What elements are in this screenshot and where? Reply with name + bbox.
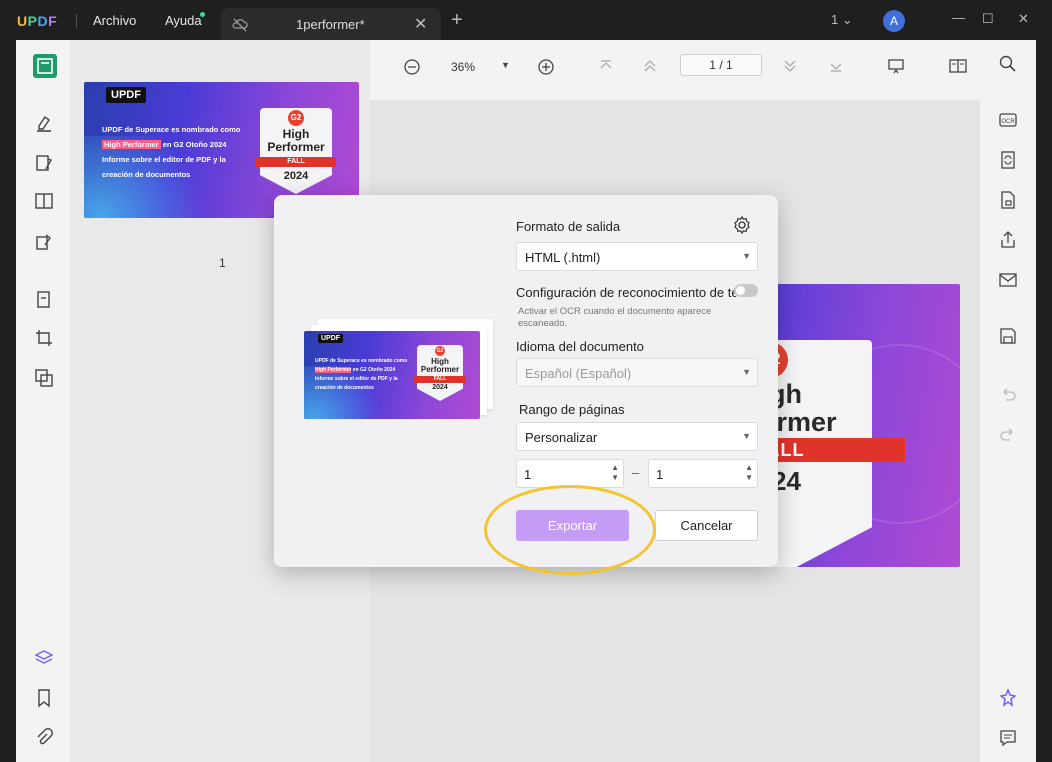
bookmark-icon[interactable] <box>34 688 54 708</box>
zoom-dropdown-icon[interactable]: ▼ <box>501 60 510 70</box>
preview-badge-year: 2024 <box>432 384 448 391</box>
stepper-arrows-icon[interactable]: ▲ ▼ <box>745 463 753 483</box>
preview-badge-season: FALL <box>414 376 466 383</box>
ai-assistant-icon[interactable] <box>998 688 1018 708</box>
preview-g2-logo: G2 <box>435 346 445 356</box>
save-icon[interactable] <box>998 326 1018 346</box>
tools-icon[interactable] <box>34 368 54 388</box>
search-icon[interactable] <box>998 54 1018 74</box>
thumbnail-badge-title: High Performer <box>267 127 325 154</box>
view-toolbar: 36% ▼ 1 / 1 <box>370 40 980 92</box>
zoom-out-icon[interactable] <box>402 57 422 77</box>
highlighter-icon[interactable] <box>34 113 54 133</box>
tab-title: 1performer* <box>296 17 365 32</box>
preview-logo: UPDF <box>318 334 344 343</box>
undo-icon[interactable] <box>998 384 1018 404</box>
thumbnail-badge-season: FALL <box>256 157 336 167</box>
presentation-icon[interactable] <box>886 56 906 76</box>
output-format-label: Formato de salida <box>516 219 621 234</box>
thumbnail-text: UPDF de Superace es nombrado como High P… <box>102 125 241 179</box>
thumbnail-g2-logo: G2 <box>288 110 304 126</box>
app-window: UPDF Archivo Ayuda 1performer* ✕ + 1 ⌄ A… <box>0 0 1052 762</box>
next-page-icon[interactable] <box>780 56 800 76</box>
reader-mode-icon[interactable] <box>33 54 57 78</box>
window-count[interactable]: 1 ⌄ <box>831 12 853 28</box>
organize-pages-icon[interactable] <box>34 290 54 310</box>
page-input[interactable]: 1 / 1 <box>680 54 762 76</box>
preview-text: UPDF de Superace es nombrado como High P… <box>315 358 408 391</box>
maximize-icon[interactable]: ☐ <box>982 11 994 27</box>
ocr-hint: Activar el OCR cuando el documento apare… <box>518 306 712 329</box>
last-page-icon[interactable] <box>826 56 846 76</box>
thumbnail-page-number: 1 <box>219 256 226 270</box>
window-close-icon[interactable]: ✕ <box>1018 11 1029 27</box>
crop-icon[interactable] <box>34 328 54 348</box>
page-range-select[interactable]: Personalizar ▼ <box>516 422 758 451</box>
title-bar: UPDF Archivo Ayuda 1performer* ✕ + 1 ⌄ A… <box>0 0 1052 42</box>
cloud-off-icon <box>231 16 249 39</box>
range-from-stepper[interactable]: 1 ▲ ▼ <box>516 459 624 488</box>
svg-text:OCR: OCR <box>1001 119 1015 125</box>
range-dash: – <box>632 465 640 480</box>
email-icon[interactable] <box>998 270 1018 290</box>
convert-icon[interactable] <box>998 150 1018 170</box>
language-select: Español (Español) ▼ <box>516 358 758 387</box>
page-layout-icon[interactable] <box>948 56 968 76</box>
zoom-level[interactable]: 36% <box>451 60 475 74</box>
tab-close-icon[interactable]: ✕ <box>414 14 427 34</box>
menu-archivo[interactable]: Archivo <box>93 13 136 28</box>
notification-dot <box>200 12 205 17</box>
menu-ayuda[interactable]: Ayuda <box>165 13 202 28</box>
share-icon[interactable] <box>998 230 1018 250</box>
attachment-icon[interactable] <box>34 728 54 748</box>
ocr-toggle[interactable] <box>734 284 758 297</box>
output-format-select[interactable]: HTML (.html) ▼ <box>516 242 758 271</box>
ocr-icon[interactable]: OCR <box>998 110 1018 130</box>
range-to-stepper[interactable]: 1 ▲ ▼ <box>648 459 758 488</box>
ocr-label: Configuración de reconocimiento de te... <box>516 285 736 300</box>
thumbnail-badge-year: 2024 <box>283 170 309 182</box>
previous-page-icon[interactable] <box>640 56 660 76</box>
zoom-in-icon[interactable] <box>536 57 556 77</box>
comment-icon[interactable] <box>998 728 1018 748</box>
cancel-button[interactable]: Cancelar <box>655 510 758 541</box>
right-toolbar: OCR <box>980 40 1036 762</box>
redo-icon[interactable] <box>998 424 1018 444</box>
settings-gear-icon[interactable] <box>732 215 752 235</box>
avatar[interactable]: A <box>883 10 905 32</box>
title-separator <box>76 14 77 28</box>
left-toolbar <box>16 40 70 762</box>
protect-icon[interactable] <box>998 190 1018 210</box>
page-view-icon[interactable] <box>34 191 54 211</box>
page-range-label: Rango de páginas <box>519 402 625 417</box>
export-preview: UPDF UPDF de Superace es nombrado como H… <box>304 331 480 419</box>
chevron-down-icon: ▼ <box>742 367 751 377</box>
first-page-icon[interactable] <box>596 56 616 76</box>
minimize-icon[interactable]: — <box>952 10 965 25</box>
preview-badge-title: High Performer <box>420 357 460 374</box>
thumbnail-logo: UPDF <box>106 87 146 103</box>
layers-icon[interactable] <box>34 648 54 668</box>
highlight-annotation <box>484 485 656 575</box>
new-tab-icon[interactable]: + <box>451 9 463 32</box>
updf-logo[interactable]: UPDF <box>17 13 57 29</box>
chevron-down-icon: ▼ <box>742 431 751 441</box>
language-label: Idioma del documento <box>516 339 644 354</box>
edit-text-icon[interactable] <box>34 153 54 173</box>
chevron-down-icon: ▼ <box>742 251 751 261</box>
stepper-arrows-icon[interactable]: ▲ ▼ <box>611 463 619 483</box>
form-icon[interactable] <box>34 232 54 252</box>
document-tab[interactable]: 1performer* ✕ <box>221 8 441 42</box>
